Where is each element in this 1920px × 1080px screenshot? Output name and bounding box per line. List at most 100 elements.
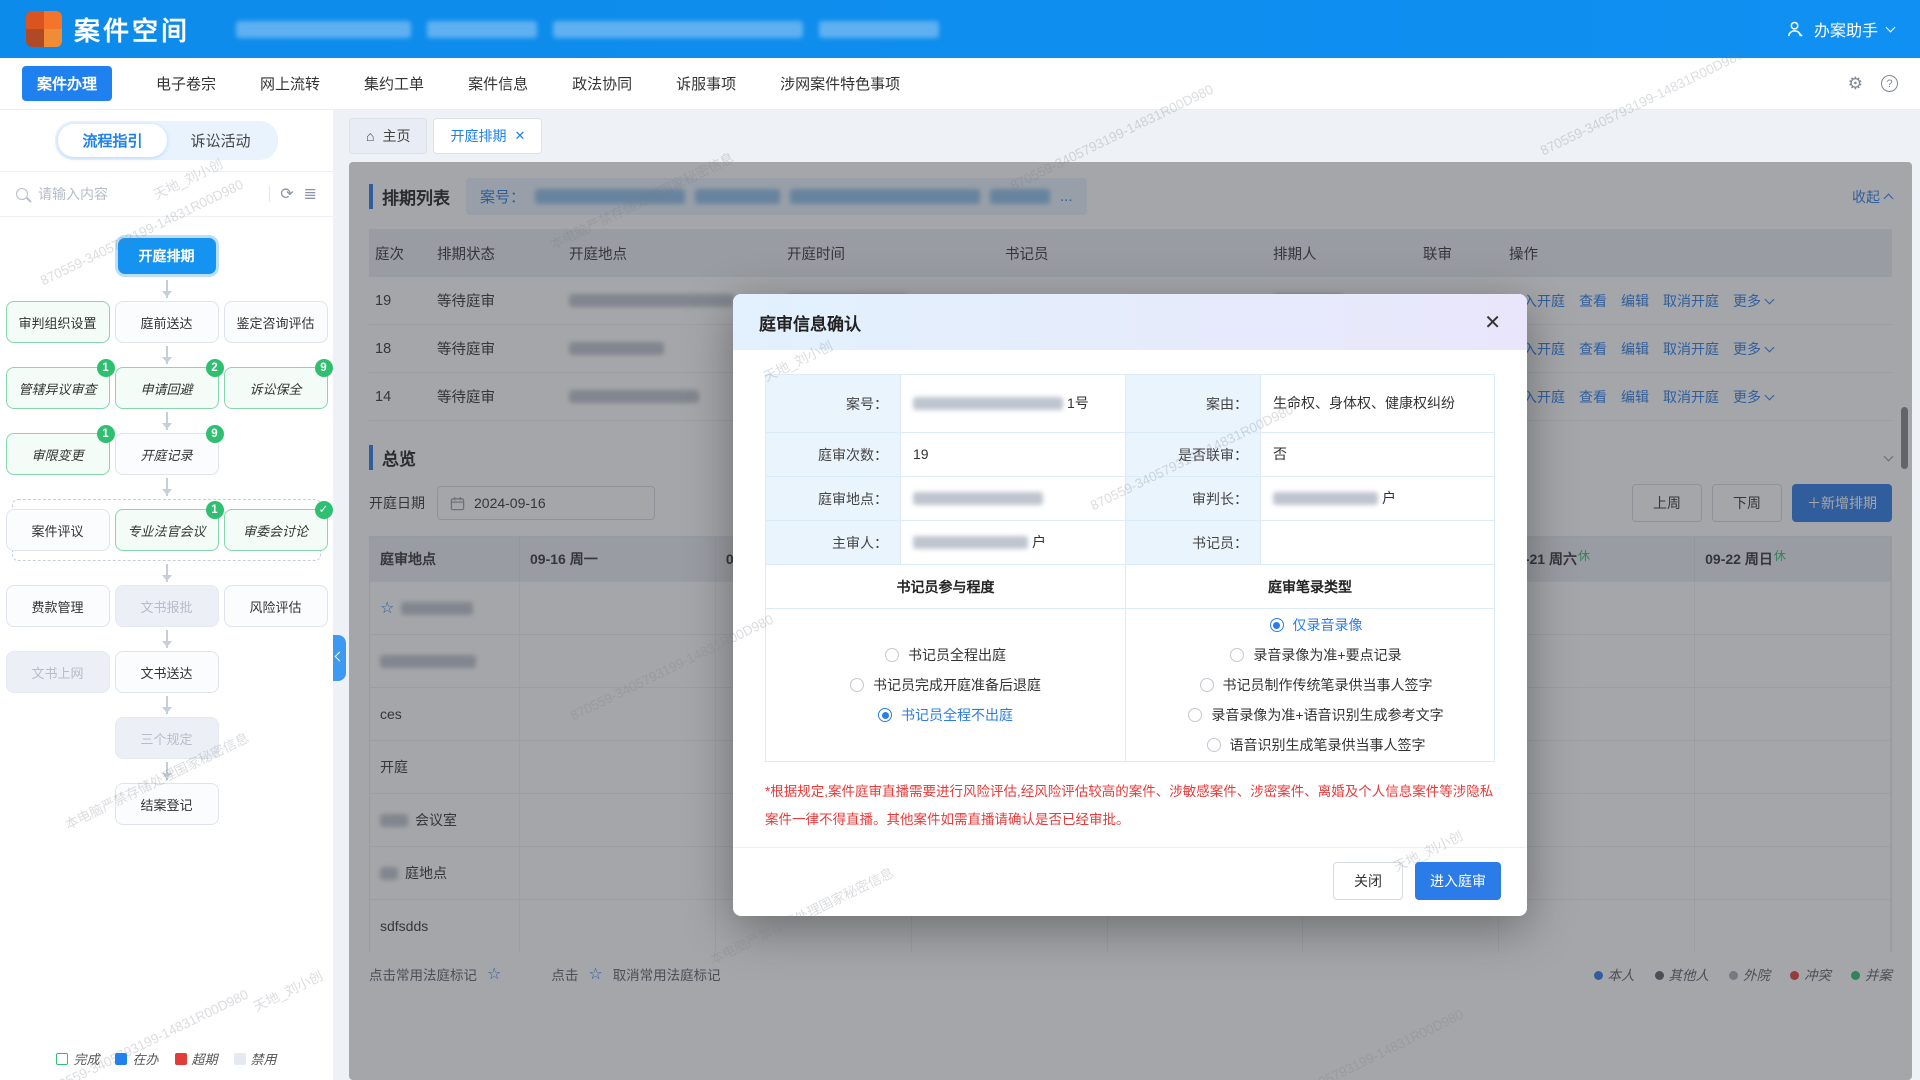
nav-tab-internet-case[interactable]: 涉网案件特色事项 (780, 73, 900, 94)
nav-tab-political-legal[interactable]: 政法协同 (572, 73, 632, 94)
legend-disabled-swatch (234, 1053, 246, 1065)
case-no-label: 案号： (766, 375, 901, 433)
radio-av-plus-notes[interactable]: 录音录像为准+要点记录 (1230, 645, 1401, 665)
participation-options: 书记员全程出庭 书记员完成开庭准备后退庭 书记员全程不出庭 (766, 609, 1126, 762)
settings-gear-icon[interactable]: ⚙ (1848, 74, 1863, 94)
layers-icon[interactable]: ≣ (304, 184, 317, 204)
times-value: 19 (901, 433, 1126, 477)
legend-active-swatch (115, 1053, 127, 1065)
flow-group-deliberation: 案件评议 专业法官会议1 审委会讨论✓ (12, 499, 321, 561)
joint-label: 是否联审： (1126, 433, 1261, 477)
radio-icon (1207, 738, 1221, 752)
flow-node-jurisdiction-objection[interactable]: 管辖异议审查1 (6, 367, 110, 409)
place-value (901, 477, 1126, 521)
nav-tab-work-order[interactable]: 集约工单 (364, 73, 424, 94)
enter-hearing-button[interactable]: 进入庭审 (1415, 862, 1501, 900)
tab-process-guide[interactable]: 流程指引 (58, 124, 166, 157)
nav-tab-online-transfer[interactable]: 网上流转 (260, 73, 320, 94)
sidebar-mode-switch: 流程指引 诉讼活动 (55, 121, 277, 160)
sidebar-collapse-handle[interactable] (333, 635, 346, 681)
radio-clerk-no-attend[interactable]: 书记员全程不出庭 (878, 705, 1013, 725)
modal-title: 庭审信息确认 (759, 310, 861, 335)
record-type-options: 仅录音录像 录音录像为准+要点记录 书记员制作传统笔录供当事人签字 录音录像为准… (1126, 609, 1495, 762)
radio-clerk-full-attend[interactable]: 书记员全程出庭 (885, 645, 1006, 665)
tab-home[interactable]: ⌂主页 (349, 118, 427, 154)
flow-node-panel-setup[interactable]: 审判组织设置 (6, 301, 110, 343)
legend-overdue-swatch (175, 1053, 187, 1065)
flow-node-three-rules: 三个规定 (115, 717, 219, 759)
process-flowchart: 开庭排期 审判组织设置 庭前送达 鉴定咨询评估 管辖异议审查1 申请回避2 诉讼… (0, 217, 333, 1039)
flow-node-appraisal[interactable]: 鉴定咨询评估 (224, 301, 328, 343)
close-icon[interactable]: ✕ (1484, 310, 1501, 335)
flow-arrow (166, 762, 168, 780)
flow-node-doc-delivery[interactable]: 文书送达 (115, 651, 219, 693)
flow-node-time-limit-change[interactable]: 审限变更1 (6, 433, 110, 475)
main-nav: 案件办理 电子卷宗 网上流转 集约工单 案件信息 政法协同 诉服事项 涉网案件特… (0, 58, 1920, 110)
flow-arrow (166, 478, 168, 496)
count-badge: 9 (315, 359, 333, 377)
flow-status-legend: 完成 在办 超期 禁用 (0, 1039, 333, 1080)
home-icon: ⌂ (366, 128, 374, 144)
flow-node-recusal[interactable]: 申请回避2 (115, 367, 219, 409)
nav-tab-case-handling[interactable]: 案件办理 (22, 66, 112, 101)
radio-av-plus-asr-reference[interactable]: 录音录像为准+语音识别生成参考文字 (1188, 705, 1443, 725)
app-title: 案件空间 (74, 11, 190, 48)
flow-arrow (166, 280, 168, 298)
count-badge: 1 (97, 359, 115, 377)
radio-av-only[interactable]: 仅录音录像 (1270, 615, 1363, 635)
close-tab-icon[interactable]: ✕ (514, 128, 525, 144)
flow-node-pretrial-delivery[interactable]: 庭前送达 (115, 301, 219, 343)
presiding-label: 审判长： (1126, 477, 1261, 521)
refresh-icon[interactable]: ⟳ (280, 184, 293, 204)
radio-asr-transcript[interactable]: 语音识别生成笔录供当事人签字 (1207, 735, 1426, 755)
flow-arrow (166, 696, 168, 714)
search-input[interactable] (38, 186, 259, 202)
presiding-value: 户 (1261, 477, 1495, 521)
radio-icon (1188, 708, 1202, 722)
times-label: 庭审次数： (766, 433, 901, 477)
hearing-info-table: 案号： 1号 案由： 生命权、身体权、健康权纠纷 庭审次数： 19 是否联审： … (765, 374, 1495, 762)
tab-hearing-schedule[interactable]: 开庭排期✕ (433, 118, 542, 154)
clerk-label: 书记员： (1126, 521, 1261, 565)
app-header: 案件空间 办案助手 (0, 0, 1920, 58)
assistant-menu[interactable]: 办案助手 (1786, 17, 1894, 41)
process-sidebar: 流程指引 诉讼活动 ⟳ ≣ 开庭排期 审判组织设置 庭前送达 鉴定咨询评估 管辖… (0, 110, 333, 1080)
assistant-label: 办案助手 (1814, 17, 1878, 41)
nav-tab-case-info[interactable]: 案件信息 (468, 73, 528, 94)
workspace-tabstrip: ⌂主页 开庭排期✕ (349, 118, 1912, 154)
flow-node-hearing-record[interactable]: 开庭记录9 (115, 433, 219, 475)
flow-arrow (166, 346, 168, 364)
flow-node-doc-approval: 文书报批 (115, 585, 219, 627)
flow-node-committee-discussion[interactable]: 审委会讨论✓ (224, 509, 328, 551)
participation-header: 书记员参与程度 (766, 565, 1126, 609)
tab-litigation-activity[interactable]: 诉讼活动 (167, 124, 275, 157)
flow-node-judge-meeting[interactable]: 专业法官会议1 (115, 509, 219, 551)
judge-label: 主审人： (766, 521, 901, 565)
radio-icon (885, 648, 899, 662)
judge-value: 户 (901, 521, 1126, 565)
flow-node-case-review[interactable]: 案件评议 (6, 509, 110, 551)
nav-tab-litigation-service[interactable]: 诉服事项 (676, 73, 736, 94)
chevron-down-icon (1886, 23, 1896, 33)
radio-traditional-transcript[interactable]: 书记员制作传统笔录供当事人签字 (1200, 675, 1433, 695)
flow-node-case-closing[interactable]: 结案登记 (115, 783, 219, 825)
place-label: 庭审地点： (766, 477, 901, 521)
nav-tab-e-file[interactable]: 电子卷宗 (156, 73, 216, 94)
radio-icon (1230, 648, 1244, 662)
flow-arrow (166, 564, 168, 582)
clerk-value (1261, 521, 1495, 565)
flow-node-fee-management[interactable]: 费款管理 (6, 585, 110, 627)
help-icon[interactable]: ? (1881, 75, 1898, 92)
flow-node-risk-assessment[interactable]: 风险评估 (224, 585, 328, 627)
close-button[interactable]: 关闭 (1333, 862, 1403, 900)
radio-icon (1200, 678, 1214, 692)
radio-clerk-leave-after-prep[interactable]: 书记员完成开庭准备后退庭 (850, 675, 1041, 695)
header-case-info-redacted (236, 21, 939, 38)
flow-node-hearing-schedule[interactable]: 开庭排期 (115, 235, 219, 277)
count-badge: 1 (206, 501, 224, 519)
count-badge: 1 (97, 425, 115, 443)
radio-icon (850, 678, 864, 692)
flow-arrow (166, 630, 168, 648)
flow-node-preservation[interactable]: 诉讼保全9 (224, 367, 328, 409)
legend-done-swatch (56, 1053, 68, 1065)
